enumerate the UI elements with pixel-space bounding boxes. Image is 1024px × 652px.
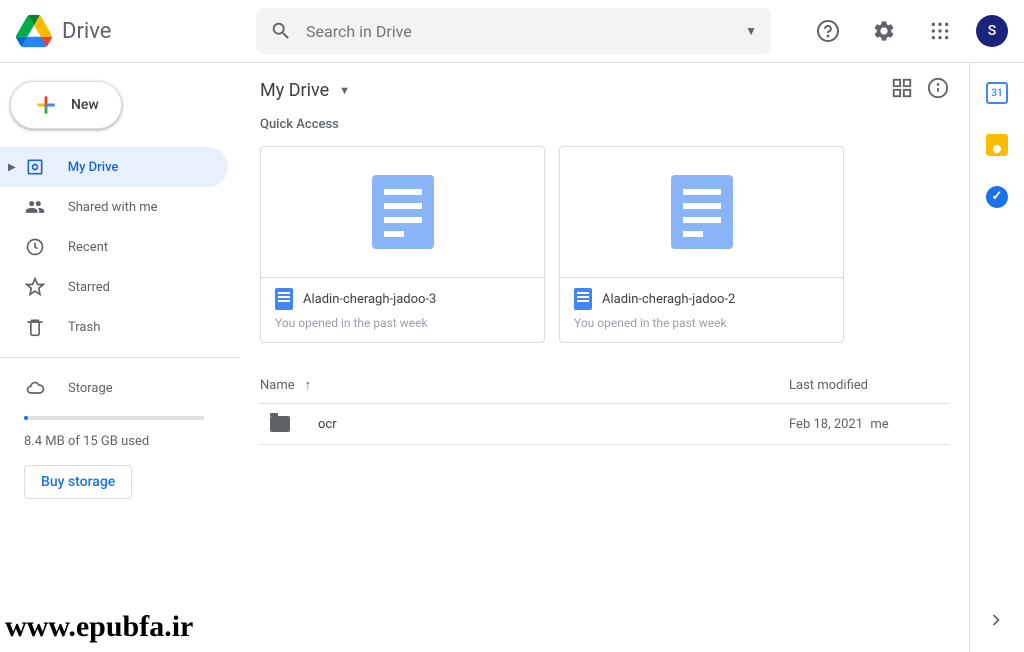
recent-icon — [24, 236, 46, 258]
chevron-down-icon: ▼ — [339, 84, 350, 97]
search-box[interactable]: ▼ — [256, 8, 771, 54]
card-subtitle: You opened in the past week — [574, 316, 829, 330]
file-list: Name ↑ Last modified ocr Feb 18, 2021 me — [260, 367, 949, 445]
nav-label: Starred — [68, 280, 110, 295]
info-icon — [927, 77, 949, 99]
support-button[interactable] — [808, 11, 848, 51]
header: Drive ▼ S — [0, 0, 1024, 63]
calendar-app[interactable]: 31 — [985, 81, 1009, 105]
column-name-label: Name — [260, 378, 295, 393]
help-icon — [816, 19, 840, 43]
cloud-icon — [24, 377, 46, 399]
card-thumbnail — [560, 147, 843, 277]
sidepanel-toggle[interactable] — [986, 610, 1006, 634]
modified-date: Feb 18, 2021 — [789, 417, 863, 432]
nav-label: Recent — [68, 240, 108, 255]
docs-file-icon — [574, 288, 592, 310]
star-icon — [24, 276, 46, 298]
storage-usage-text: 8.4 MB of 15 GB used — [0, 428, 240, 455]
tasks-icon — [986, 186, 1008, 208]
search-options-icon[interactable]: ▼ — [745, 24, 757, 38]
breadcrumb[interactable]: My Drive ▼ — [260, 80, 350, 101]
header-actions: S — [808, 11, 1008, 51]
shared-icon — [24, 196, 46, 218]
new-button-label: New — [71, 97, 99, 113]
nav-trash[interactable]: Trash — [0, 307, 228, 347]
gear-icon — [872, 19, 896, 43]
nav-storage[interactable]: Storage — [0, 368, 228, 408]
nav-shared[interactable]: Shared with me — [0, 187, 228, 227]
buy-storage-button[interactable]: Buy storage — [24, 465, 132, 499]
breadcrumb-label: My Drive — [260, 80, 329, 101]
sidebar: New ▶ My Drive Shared with me Recent — [0, 63, 240, 652]
details-button[interactable] — [927, 77, 949, 103]
calendar-icon: 31 — [986, 82, 1008, 104]
quick-card[interactable]: Aladin-cheragh-jadoo-3 You opened in the… — [260, 146, 545, 343]
logo-area[interactable]: Drive — [16, 13, 256, 49]
tasks-app[interactable] — [985, 185, 1009, 209]
nav-starred[interactable]: Starred — [0, 267, 228, 307]
main-content: My Drive ▼ Quick Access Aladin-cherag — [240, 63, 970, 652]
watermark: www.epubfa.ir — [5, 610, 193, 644]
quick-card[interactable]: Aladin-cheragh-jadoo-2 You opened in the… — [559, 146, 844, 343]
account-avatar[interactable]: S — [976, 15, 1008, 47]
drive-logo-icon — [16, 13, 52, 49]
card-thumbnail — [261, 147, 544, 277]
product-name: Drive — [62, 19, 111, 44]
plus-icon — [33, 92, 59, 118]
nav-my-drive[interactable]: ▶ My Drive — [0, 147, 228, 187]
grid-icon — [891, 77, 913, 99]
quick-access-heading: Quick Access — [260, 117, 949, 132]
nav-label: My Drive — [68, 160, 119, 175]
docs-file-icon — [275, 288, 293, 310]
card-file-name: Aladin-cheragh-jadoo-3 — [303, 292, 436, 307]
docs-icon — [372, 175, 434, 249]
list-row[interactable]: ocr Feb 18, 2021 me — [260, 404, 949, 445]
grid-view-button[interactable] — [891, 77, 913, 103]
settings-button[interactable] — [864, 11, 904, 51]
divider — [0, 357, 240, 358]
keep-icon — [986, 134, 1008, 156]
keep-app[interactable] — [985, 133, 1009, 157]
docs-icon — [671, 175, 733, 249]
search-input[interactable] — [306, 22, 745, 41]
quick-access-cards: Aladin-cheragh-jadoo-3 You opened in the… — [260, 146, 949, 343]
side-panel: 31 — [970, 63, 1024, 652]
my-drive-icon — [24, 156, 46, 178]
card-file-name: Aladin-cheragh-jadoo-2 — [602, 292, 735, 307]
nav-label: Trash — [68, 320, 100, 335]
column-name[interactable]: Name ↑ — [260, 377, 789, 393]
nav-recent[interactable]: Recent — [0, 227, 228, 267]
folder-icon — [270, 416, 290, 432]
nav-label: Shared with me — [68, 200, 158, 215]
nav-label: Storage — [68, 381, 113, 396]
search-icon — [270, 20, 292, 42]
caret-icon: ▶ — [8, 162, 16, 173]
list-header: Name ↑ Last modified — [260, 367, 949, 404]
apps-grid-icon — [930, 21, 950, 41]
column-modified-label: Last modified — [789, 378, 868, 393]
new-button[interactable]: New — [10, 81, 122, 129]
main-header: My Drive ▼ — [260, 77, 949, 103]
sort-arrow-icon: ↑ — [305, 377, 312, 393]
apps-button[interactable] — [920, 11, 960, 51]
file-name: ocr — [318, 417, 337, 432]
column-modified[interactable]: Last modified — [789, 378, 949, 393]
chevron-right-icon — [986, 610, 1006, 630]
storage-bar — [24, 416, 204, 420]
trash-icon — [24, 316, 46, 338]
owner: me — [870, 417, 888, 432]
card-subtitle: You opened in the past week — [275, 316, 530, 330]
